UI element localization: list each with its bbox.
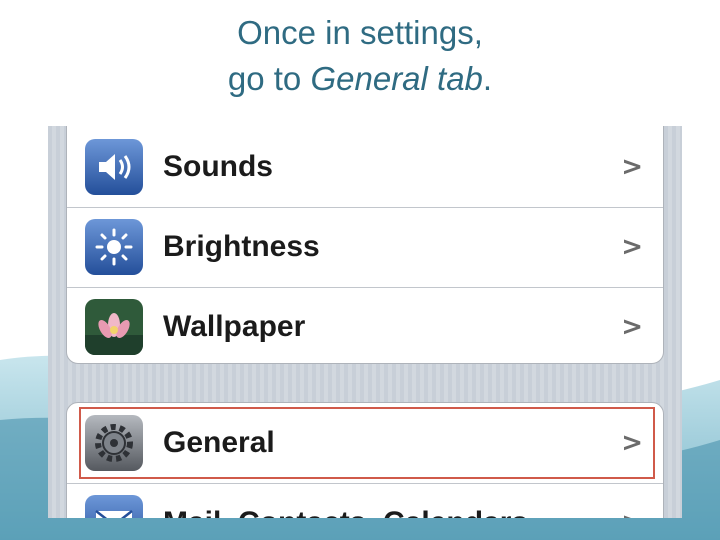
- settings-row-label: General: [163, 426, 275, 459]
- settings-row-wallpaper[interactable]: Wallpaper >: [67, 287, 663, 363]
- chevron-right-icon: >: [621, 428, 643, 458]
- settings-row-label: Sounds: [163, 150, 273, 183]
- settings-group-system: General > Mail, Contacts, Calendars >: [66, 402, 664, 518]
- flower-icon: [85, 299, 143, 355]
- caption-emphasis: General tab: [310, 60, 483, 97]
- chevron-right-icon: >: [621, 312, 643, 342]
- speaker-icon: [85, 139, 143, 195]
- caption-line-2-prefix: go to: [227, 60, 311, 97]
- gear-icon: [85, 415, 143, 471]
- caption-line-2-suffix: .: [482, 60, 493, 97]
- settings-row-mail[interactable]: Mail, Contacts, Calendars >: [67, 483, 663, 518]
- slide-caption: Once in settings, go to General tab.: [0, 10, 720, 102]
- settings-row-label: Wallpaper: [163, 310, 306, 343]
- settings-group-display: Sounds > Brightness > Wallpaper >: [66, 126, 664, 364]
- envelope-icon: [85, 495, 143, 518]
- chevron-right-icon: >: [621, 232, 643, 262]
- chevron-right-icon: >: [621, 152, 643, 182]
- settings-row-label: Brightness: [163, 230, 320, 263]
- chevron-right-icon: >: [621, 483, 643, 518]
- sun-icon: [85, 219, 143, 275]
- caption-line-2: go to General tab.: [0, 56, 720, 102]
- settings-row-general[interactable]: General >: [67, 403, 663, 484]
- settings-row-brightness[interactable]: Brightness >: [67, 207, 663, 288]
- settings-row-label: Mail, Contacts, Calendars: [163, 483, 528, 518]
- caption-line-1: Once in settings,: [237, 14, 483, 51]
- settings-screenshot: Sounds > Brightness > Wallpaper > Genera…: [48, 126, 682, 518]
- settings-row-sounds[interactable]: Sounds >: [67, 127, 663, 208]
